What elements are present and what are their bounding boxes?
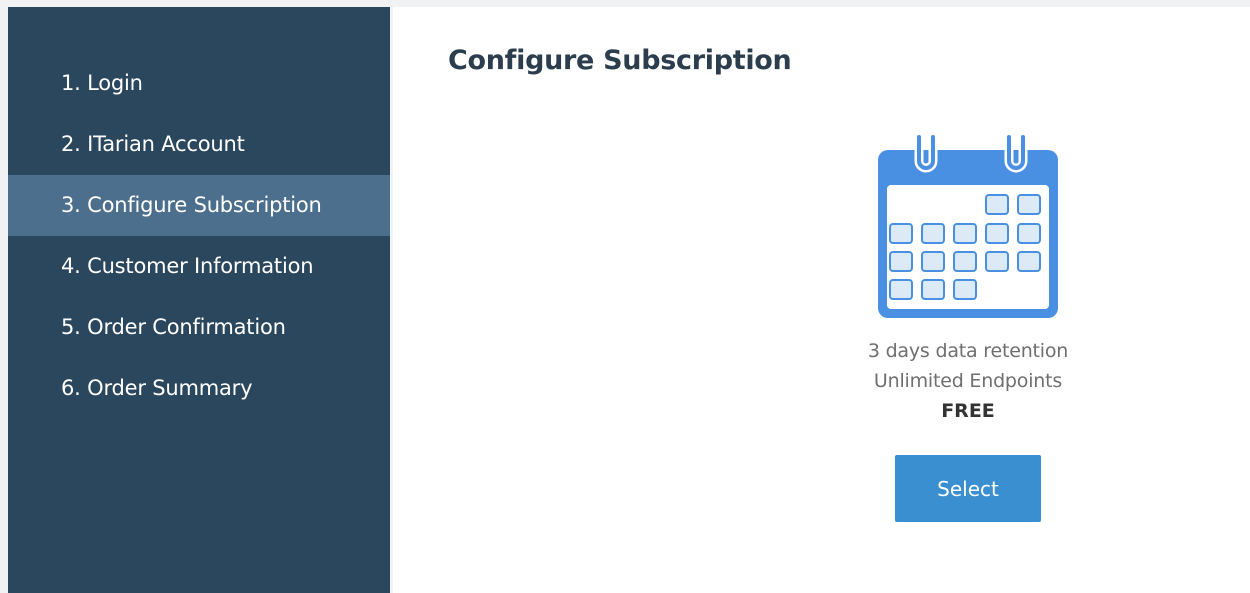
step-list: 1. Login 2. ITarian Account 3. Configure… — [8, 7, 390, 419]
subscription-plan: 3 days data retention Unlimited Endpoint… — [813, 133, 1123, 522]
step-order-confirmation[interactable]: 5. Order Confirmation — [8, 297, 390, 358]
wizard-sidebar: 1. Login 2. ITarian Account 3. Configure… — [8, 7, 390, 593]
step-itarian-account[interactable]: 2. ITarian Account — [8, 114, 390, 175]
page-title: Configure Subscription — [448, 45, 792, 76]
main-panel: Configure Subscription 3 days data reten… — [393, 7, 1250, 593]
plan-price: FREE — [941, 400, 995, 422]
step-login[interactable]: 1. Login — [8, 53, 390, 114]
calendar-icon — [878, 133, 1058, 318]
select-button[interactable]: Select — [895, 455, 1041, 522]
feature-endpoints: Unlimited Endpoints — [873, 370, 1063, 392]
step-configure-subscription[interactable]: 3. Configure Subscription — [8, 175, 390, 236]
step-customer-information[interactable]: 4. Customer Information — [8, 236, 390, 297]
feature-data-retention: 3 days data retention — [867, 340, 1069, 362]
step-order-summary[interactable]: 6. Order Summary — [8, 358, 390, 419]
